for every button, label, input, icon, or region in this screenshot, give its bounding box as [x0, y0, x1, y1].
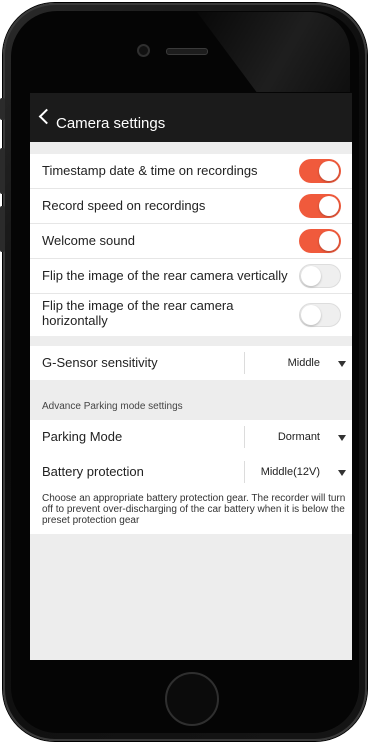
dropdown-caret-icon[interactable] [338, 470, 346, 476]
battery-protection-row[interactable]: Battery protection Middle(12V) [30, 455, 352, 489]
gsensor-value[interactable]: Middle [288, 357, 320, 369]
parking-mode-row[interactable]: Parking Mode Dormant [30, 420, 352, 454]
navigation-bar: Camera settings [30, 93, 352, 142]
toggle-label: Welcome sound [42, 233, 135, 248]
toggle-label: Record speed on recordings [42, 198, 206, 213]
toggle-row-welcome-sound: Welcome sound [30, 224, 352, 259]
welcome-sound-toggle[interactable] [299, 229, 341, 253]
gsensor-label: G-Sensor sensitivity [42, 355, 158, 370]
parking-settings-group: Parking Mode Dormant Battery protection … [30, 420, 352, 534]
dropdown-caret-icon[interactable] [338, 435, 346, 441]
flip-vertical-toggle[interactable] [299, 264, 341, 288]
timestamp-toggle[interactable] [299, 159, 341, 183]
toggle-row-speed: Record speed on recordings [30, 189, 352, 224]
toggle-knob [319, 196, 339, 216]
divider [244, 426, 245, 448]
toggle-label: Timestamp date & time on recordings [42, 163, 258, 178]
divider [244, 461, 245, 483]
record-speed-toggle[interactable] [299, 194, 341, 218]
volume-up-button [0, 148, 5, 194]
mute-switch [0, 98, 5, 120]
gsensor-row[interactable]: G-Sensor sensitivity Middle [30, 346, 352, 380]
toggle-row-flip-vertical: Flip the image of the rear camera vertic… [30, 259, 352, 294]
volume-down-button [0, 206, 5, 252]
back-chevron-icon[interactable] [36, 107, 58, 127]
divider [244, 352, 245, 374]
battery-protection-note: Choose an appropriate battery protection… [42, 493, 346, 526]
app-screen: Camera settings Timestamp date & time on… [30, 93, 352, 660]
toggle-knob [319, 231, 339, 251]
toggle-label: Flip the image of the rear camera vertic… [42, 268, 288, 283]
toggle-settings-group: Timestamp date & time on recordings Reco… [30, 154, 352, 336]
toggle-knob [319, 161, 339, 181]
dropdown-caret-icon[interactable] [338, 361, 346, 367]
toggle-label: Flip the image of the rear camera horizo… [42, 298, 234, 328]
toggle-row-flip-horizontal: Flip the image of the rear camera horizo… [30, 294, 352, 336]
parking-mode-value[interactable]: Dormant [278, 431, 320, 443]
flip-horizontal-toggle[interactable] [299, 303, 341, 327]
home-button[interactable] [165, 672, 219, 726]
front-camera [137, 44, 150, 57]
earpiece-speaker [166, 48, 208, 55]
battery-protection-value[interactable]: Middle(12V) [261, 466, 320, 478]
page-title: Camera settings [56, 115, 166, 132]
toggle-row-timestamp: Timestamp date & time on recordings [30, 154, 352, 189]
toggle-knob [301, 266, 321, 286]
parking-mode-label: Parking Mode [42, 429, 123, 444]
parking-section-title: Advance Parking mode settings [42, 401, 183, 412]
toggle-knob [301, 305, 321, 325]
battery-protection-label: Battery protection [42, 464, 144, 479]
